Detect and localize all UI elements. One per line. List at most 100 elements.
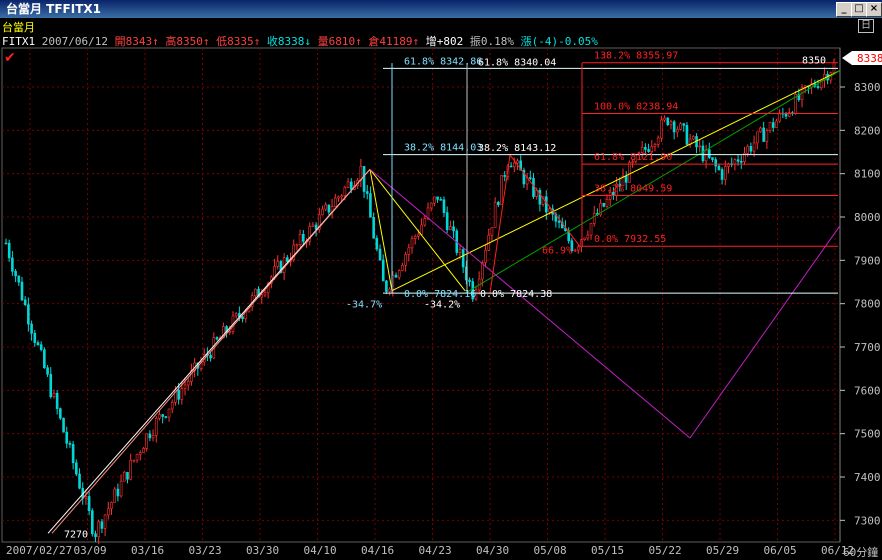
fib-annotations: 61.8% 8342.8661.8% 8340.0438.2% 8144.033… <box>64 51 826 541</box>
change-value: 漲(-4)-0.05% <box>520 35 598 48</box>
candle-body <box>7 242 11 259</box>
candle-body <box>503 175 507 177</box>
candle-body <box>528 177 532 179</box>
current-price-text: 8338 <box>857 52 882 65</box>
candle-body <box>273 266 276 278</box>
candle-body <box>628 162 631 183</box>
candle-body <box>55 392 59 409</box>
candle-body <box>161 414 164 417</box>
restore-button[interactable]: □ <box>851 2 867 17</box>
candle-body <box>241 316 244 319</box>
trend-line-2 <box>51 169 371 534</box>
candle-body <box>755 131 759 144</box>
candle-body <box>369 193 372 218</box>
candle-body <box>583 237 586 240</box>
check-icon[interactable]: ✔ <box>4 50 16 66</box>
candle-body <box>75 462 78 475</box>
candle-body <box>711 157 714 160</box>
candle-body <box>59 408 62 419</box>
candle-body <box>439 199 443 201</box>
price-chart[interactable]: 7300 7400 7500 7600 7700 7800 7900 8000 8100 8200… <box>0 0 882 560</box>
candle-body <box>145 433 148 449</box>
candle-body <box>394 274 398 278</box>
candle-body <box>497 202 500 206</box>
candle-body <box>263 292 267 296</box>
candle-body <box>375 237 379 250</box>
candle-body <box>116 488 120 497</box>
candle-body <box>110 502 113 509</box>
x-tick-label: 04/30 <box>476 544 509 557</box>
candle-body <box>401 265 404 271</box>
candle-body <box>698 145 702 148</box>
close-button[interactable]: × <box>866 2 882 17</box>
candle-body <box>132 459 136 462</box>
candle-body <box>653 144 657 147</box>
candle-body <box>714 159 718 167</box>
candle-body <box>784 113 788 117</box>
minimize-button[interactable]: _ <box>836 2 852 17</box>
quote-summary: FITX1 2007/06/12 開8343↑ 高8350↑ 低8335↑ 收8… <box>2 33 598 49</box>
high-value: 高8350↑ <box>165 35 210 48</box>
candle-body <box>14 270 17 277</box>
candle-body <box>333 197 337 207</box>
candle-body <box>314 224 318 230</box>
x-tick-label: 04/16 <box>361 544 394 557</box>
candle-body <box>672 121 676 133</box>
high-marker-label: 8350 <box>802 55 826 66</box>
candle-body <box>186 381 190 386</box>
projection-line-2 <box>689 225 841 439</box>
candle-body <box>23 299 27 306</box>
candle-body <box>295 244 299 246</box>
period-box-icon[interactable]: 日 <box>858 19 874 33</box>
oi-change: 增+802 <box>425 35 464 48</box>
candle-body <box>49 373 53 398</box>
candle-body <box>71 444 75 464</box>
candle-body <box>557 220 561 223</box>
candle-body <box>254 288 257 297</box>
candle-body <box>343 187 347 196</box>
candle-body <box>46 367 49 375</box>
y-tick-label: 7300 <box>854 514 881 527</box>
candle-body <box>228 331 232 333</box>
x-tick-label: 04/23 <box>419 544 452 557</box>
candle-body <box>385 280 388 292</box>
x-axis: 2007/02/27 03/09 03/16 03/23 03/30 04/10 04/16… <box>6 544 878 559</box>
candle-body <box>656 137 660 145</box>
candle-body <box>445 212 449 231</box>
candle-body <box>94 533 97 538</box>
candle-body <box>324 204 327 210</box>
candle-body <box>624 175 628 183</box>
fib-label: 138.2% 8355.97 <box>594 51 678 62</box>
candle-body <box>349 181 353 190</box>
candle-body <box>167 408 171 418</box>
candle-body <box>768 122 772 131</box>
candle-body <box>679 123 682 130</box>
candle-body <box>97 521 101 538</box>
candle-body <box>362 166 366 192</box>
candle-body <box>650 146 654 152</box>
candle-body <box>701 145 705 162</box>
candles <box>4 58 836 545</box>
candle-body <box>129 459 132 480</box>
candle-body <box>148 433 152 439</box>
candle-body <box>142 448 145 454</box>
candle-body <box>676 128 679 133</box>
candle-body <box>260 294 264 298</box>
candle-body <box>420 224 423 235</box>
y-tick-label: 8000 <box>854 211 881 224</box>
candle-body <box>663 117 666 121</box>
candle-body <box>586 234 590 239</box>
open-value: 開8343↑ <box>114 35 159 48</box>
candle-body <box>749 146 753 152</box>
fib-label: 61.8% 8340.04 <box>478 58 556 69</box>
symbol: FITX1 <box>2 35 36 48</box>
candle-body <box>39 344 43 350</box>
candle-body <box>103 514 107 529</box>
candle-body <box>52 392 56 398</box>
volume-value: 量6810↑ <box>317 35 362 48</box>
candle-body <box>177 389 180 400</box>
candle-body <box>4 242 8 245</box>
candle-body <box>605 198 609 207</box>
x-tick-label: 2007/02/27 <box>6 544 72 557</box>
fib-label: 38.2% 8049.59 <box>594 184 672 195</box>
